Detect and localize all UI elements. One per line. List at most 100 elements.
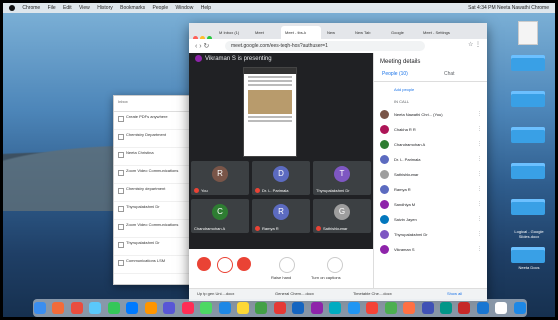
tab-people[interactable]: People (10) bbox=[382, 71, 408, 77]
tab-meet-active[interactable]: Meet - tbs-k bbox=[281, 26, 321, 39]
more-icon[interactable]: ⋮ bbox=[477, 137, 482, 152]
captions-button[interactable] bbox=[327, 257, 343, 273]
app-icon[interactable] bbox=[439, 302, 452, 314]
menu-history[interactable]: History bbox=[97, 3, 113, 13]
app-icon[interactable] bbox=[200, 302, 213, 314]
folder-icon[interactable] bbox=[511, 163, 545, 179]
app-icon[interactable] bbox=[181, 302, 194, 314]
tab-new[interactable]: New bbox=[323, 26, 349, 39]
app-icon[interactable] bbox=[421, 302, 434, 314]
menu-view[interactable]: View bbox=[79, 3, 90, 13]
app-icon[interactable] bbox=[273, 302, 286, 314]
list-item[interactable]: Neeta Nawathi Chri... (You) ⋮ bbox=[374, 107, 487, 122]
tab-settings[interactable]: Meet - Settings bbox=[419, 26, 469, 39]
camera-off-button[interactable] bbox=[237, 257, 251, 271]
panel-title: Meeting details bbox=[380, 59, 421, 65]
list-item[interactable]: Thyrupalakshmi Dr ⋮ bbox=[374, 227, 487, 242]
app-icon[interactable] bbox=[513, 302, 526, 314]
app-icon[interactable] bbox=[126, 302, 139, 314]
menu-chrome[interactable]: Chrome bbox=[22, 3, 40, 13]
add-people-button[interactable]: Add people bbox=[374, 82, 487, 97]
mic-off-button[interactable] bbox=[197, 257, 211, 271]
list-item[interactable]: Ramya R ⋮ bbox=[374, 182, 487, 197]
list-item[interactable]: Vikraman S ⋮ bbox=[374, 242, 487, 257]
participant-tile[interactable]: G Sathishkumar bbox=[313, 199, 371, 233]
list-item[interactable]: Saivin Jayen ⋮ bbox=[374, 212, 487, 227]
app-icon[interactable] bbox=[52, 302, 65, 314]
more-icon[interactable]: ⋮ bbox=[477, 197, 482, 212]
menu-edit[interactable]: Edit bbox=[63, 3, 72, 13]
app-icon[interactable] bbox=[292, 302, 305, 314]
app-icon[interactable] bbox=[458, 302, 471, 314]
download-item[interactable]: Up tp gen Uni....docx bbox=[197, 291, 234, 296]
app-icon[interactable] bbox=[89, 302, 102, 314]
list-item[interactable]: Dr. L. Parimala ⋮ bbox=[374, 152, 487, 167]
app-icon[interactable] bbox=[366, 302, 379, 314]
avatar bbox=[380, 230, 389, 239]
list-item[interactable]: Sandhiya M ⋮ bbox=[374, 197, 487, 212]
nav-buttons[interactable]: ‹ › ↻ bbox=[195, 42, 209, 50]
folder-icon[interactable] bbox=[511, 55, 545, 71]
hangup-button[interactable] bbox=[217, 257, 233, 273]
app-icon[interactable] bbox=[70, 302, 83, 314]
slide-image bbox=[248, 90, 292, 114]
toolbar-icons[interactable]: ☆ ⋮ bbox=[468, 41, 481, 48]
download-item[interactable]: Timetable Che....docx bbox=[353, 291, 392, 296]
app-icon[interactable] bbox=[495, 302, 508, 314]
folder-icon[interactable] bbox=[511, 247, 545, 263]
list-item[interactable]: Chakha R R ⋮ bbox=[374, 122, 487, 137]
tab-google[interactable]: Google bbox=[387, 26, 417, 39]
app-icon[interactable] bbox=[476, 302, 489, 314]
participant-tile[interactable]: D Dr. L. Parimala bbox=[252, 161, 310, 195]
participant-tile[interactable]: T Thyrupalakshmi Dr bbox=[313, 161, 371, 195]
list-item[interactable]: Sathishkumar ⋮ bbox=[374, 167, 487, 182]
more-icon[interactable]: ⋮ bbox=[477, 107, 482, 122]
participant-tile[interactable]: C Chandramohan A bbox=[191, 199, 249, 233]
app-icon[interactable] bbox=[218, 302, 231, 314]
participant-tile[interactable]: R You bbox=[191, 161, 249, 195]
app-icon[interactable] bbox=[144, 302, 157, 314]
folder-icon[interactable] bbox=[511, 199, 545, 215]
more-icon[interactable]: ⋮ bbox=[477, 212, 482, 227]
more-icon[interactable]: ⋮ bbox=[477, 182, 482, 197]
finder-icon[interactable] bbox=[34, 302, 46, 314]
app-icon[interactable] bbox=[403, 302, 416, 314]
folder-icon[interactable] bbox=[511, 91, 545, 107]
tab-chat[interactable]: Chat bbox=[444, 71, 455, 77]
raise-hand-button[interactable] bbox=[279, 257, 295, 273]
app-icon[interactable] bbox=[329, 302, 342, 314]
tab-bar: M Inbox (1) Meet Meet - tbs-k New New Ta… bbox=[189, 23, 487, 41]
menu-help[interactable]: Help bbox=[201, 3, 211, 13]
app-icon[interactable] bbox=[310, 302, 323, 314]
more-icon[interactable]: ⋮ bbox=[477, 242, 482, 257]
tab-inbox[interactable]: M Inbox (1) bbox=[215, 26, 249, 39]
app-icon[interactable] bbox=[347, 302, 360, 314]
menu-people[interactable]: People bbox=[153, 3, 169, 13]
app-icon[interactable] bbox=[255, 302, 268, 314]
more-icon[interactable]: ⋮ bbox=[477, 122, 482, 137]
participant-tile[interactable]: R Ramya R bbox=[252, 199, 310, 233]
app-icon[interactable] bbox=[107, 302, 120, 314]
apple-icon[interactable] bbox=[9, 5, 15, 11]
avatar: R bbox=[212, 166, 228, 182]
more-icon[interactable]: ⋮ bbox=[477, 167, 482, 182]
tab-new-tab[interactable]: New Tab bbox=[351, 26, 385, 39]
avatar: T bbox=[334, 166, 350, 182]
folder-icon[interactable] bbox=[511, 127, 545, 143]
more-icon[interactable]: ⋮ bbox=[477, 152, 482, 167]
download-item[interactable]: General Chem....docx bbox=[275, 291, 314, 296]
person-name: Chandramohan A bbox=[394, 142, 426, 147]
menu-window[interactable]: Window bbox=[176, 3, 194, 13]
tab-meet[interactable]: Meet bbox=[251, 26, 279, 39]
show-all-button[interactable]: Show all bbox=[447, 291, 462, 296]
list-item[interactable]: Chandramohan A ⋮ bbox=[374, 137, 487, 152]
more-icon[interactable]: ⋮ bbox=[477, 227, 482, 242]
app-icon[interactable] bbox=[163, 302, 176, 314]
url-field[interactable]: meet.google.com/ees-teqh-hos?authuser=1 bbox=[225, 41, 425, 51]
chrome-icon[interactable] bbox=[236, 302, 249, 314]
app-icon[interactable] bbox=[384, 302, 397, 314]
menu-bookmarks[interactable]: Bookmarks bbox=[120, 3, 145, 13]
person-name: Chakha R R bbox=[394, 127, 416, 132]
menu-file[interactable]: File bbox=[48, 3, 56, 13]
desktop-doc-icon[interactable] bbox=[518, 21, 538, 45]
